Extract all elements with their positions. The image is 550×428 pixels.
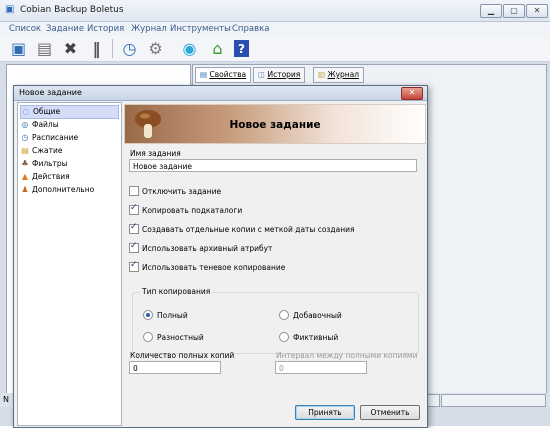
delete-icon[interactable]: ✖ [60, 38, 81, 59]
accept-button[interactable]: Принять [295, 405, 355, 420]
radio-incremental[interactable]: Добавочный [279, 310, 342, 320]
tab-properties[interactable]: ▤ Свойства [195, 67, 252, 83]
dialog-title-bar: Новое задание ✕ [14, 86, 427, 101]
toolbar: ▣ ▤ ✖ ‖ ◷ ⚙ ◉ ⌂ ? [0, 36, 550, 62]
menu-list[interactable]: Список [9, 24, 41, 34]
task-name-field[interactable]: Новое задание [129, 159, 417, 172]
interval-field[interactable]: 0 [275, 361, 367, 374]
sidebar-item-general[interactable]: ◌ Общие [20, 105, 119, 119]
sidebar-item-actions[interactable]: ▲ Действия [20, 171, 117, 183]
task-name-label: Имя задания [130, 149, 181, 158]
schedule-icon: ◷ [21, 133, 29, 142]
minimize-button[interactable]: ▁ [480, 4, 502, 18]
copy-type-group: Тип копирования Полный Добавочный Разнос… [132, 287, 419, 354]
full-copies-field[interactable]: 0 [129, 361, 221, 374]
actions-icon: ▲ [21, 172, 29, 181]
help-icon[interactable]: ? [234, 40, 249, 57]
menu-task[interactable]: Задание [46, 24, 84, 34]
tab-history[interactable]: ◫ История [253, 67, 306, 83]
dialog-content: Новое задание Имя задания Новое задание … [122, 102, 426, 424]
sidebar-item-filters[interactable]: ♣ Фильтры [20, 158, 117, 170]
menu-help[interactable]: Справка [232, 24, 269, 34]
advanced-icon: ♟ [21, 185, 29, 194]
wifi-icon[interactable]: ◉ [179, 38, 200, 59]
radio-dummy[interactable]: Фиктивный [279, 332, 338, 342]
checkbox-box [129, 260, 139, 272]
radio-dot [143, 310, 153, 320]
new-task-dialog: Новое задание ✕ ◌ Общие ◎ Файлы ◷ Расписани… [13, 85, 428, 428]
menu-history[interactable]: История [87, 24, 124, 34]
general-icon: ◌ [22, 107, 30, 116]
compression-icon: ▤ [21, 146, 29, 155]
pause-icon[interactable]: ‖ [86, 38, 107, 59]
copy-type-legend: Тип копирования [140, 287, 213, 296]
filters-icon: ♣ [21, 159, 29, 168]
app-icon: ▣ [5, 4, 15, 15]
menu-log[interactable]: Журнал [131, 24, 167, 34]
tab-log[interactable]: ▥ Журнал [313, 67, 365, 83]
radio-full[interactable]: Полный [143, 310, 188, 320]
shadow-copy-checkbox[interactable]: Использовать теневое копирование [129, 260, 285, 272]
dialog-sidebar: ◌ Общие ◎ Файлы ◷ Расписание ▤ Сжатие ♣ Фильт… [17, 102, 122, 426]
timestamp-copies-checkbox[interactable]: Создавать отдельные копии с меткой даты … [129, 222, 355, 234]
app-title: Cobian Backup Boletus [20, 5, 124, 15]
sidebar-item-compression[interactable]: ▤ Сжатие [20, 145, 117, 157]
full-copies-label: Количество полных копий [130, 351, 235, 360]
interval-label: Интервал между полными копиями [276, 351, 418, 360]
settings-icon[interactable]: ⚙ [145, 38, 166, 59]
copy-subdirs-checkbox[interactable]: Копировать подкаталоги [129, 203, 242, 215]
properties-icon: ▤ [200, 70, 208, 79]
checkbox-box [129, 203, 139, 215]
radio-dot [279, 310, 289, 320]
title-bar: ▣ Cobian Backup Boletus ▁ ▢ ✕ [0, 0, 550, 22]
dialog-banner: Новое задание [124, 104, 426, 144]
clock-icon[interactable]: ◷ [119, 38, 140, 59]
toolbar-separator [112, 39, 113, 58]
dialog-title: Новое задание [19, 88, 82, 97]
checkbox-box [129, 222, 139, 234]
archive-attribute-checkbox[interactable]: Использовать архивный атрибут [129, 241, 272, 253]
disable-task-checkbox[interactable]: Отключить задание [129, 186, 221, 196]
radio-dot [279, 332, 289, 342]
save-all-icon[interactable]: ▣ [8, 38, 29, 59]
log-icon: ▥ [318, 70, 326, 79]
maximize-button[interactable]: ▢ [503, 4, 525, 18]
close-window-button[interactable]: ✕ [526, 4, 548, 18]
dialog-close-button[interactable]: ✕ [401, 87, 423, 100]
history-icon: ◫ [258, 70, 266, 79]
banner-title: Новое задание [229, 119, 321, 131]
cancel-button[interactable]: Отменить [360, 405, 420, 420]
menu-tools[interactable]: Инструменты [170, 24, 231, 34]
sidebar-item-advanced[interactable]: ♟ Дополнительно [20, 184, 117, 196]
checkbox-box [129, 241, 139, 253]
radio-dot [143, 332, 153, 342]
files-icon: ◎ [21, 120, 29, 129]
save-icon[interactable]: ▤ [34, 38, 55, 59]
status-panel [427, 394, 440, 407]
status-text: N [3, 395, 9, 404]
sidebar-item-files[interactable]: ◎ Файлы [20, 119, 117, 131]
radio-differential[interactable]: Разностный [143, 332, 204, 342]
sidebar-item-schedule[interactable]: ◷ Расписание [20, 132, 117, 144]
checkbox-box [129, 186, 139, 196]
menu-bar: Список Задание История Журнал Инструмент… [0, 22, 550, 36]
home-icon[interactable]: ⌂ [207, 38, 228, 59]
status-panel [441, 394, 546, 407]
